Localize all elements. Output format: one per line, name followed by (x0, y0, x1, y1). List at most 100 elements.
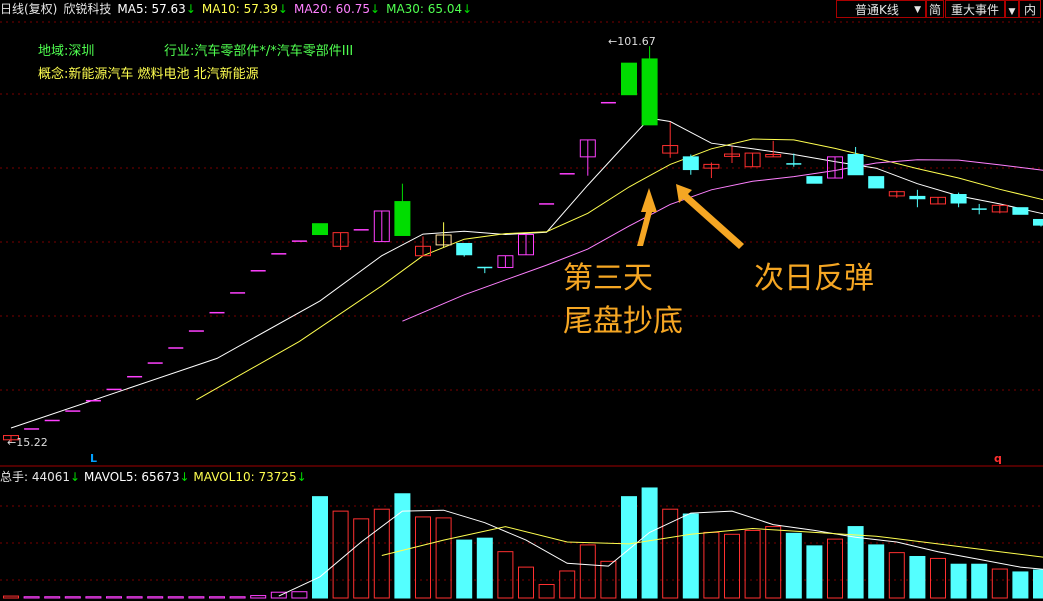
volume-bar (682, 513, 699, 599)
volume-bar (44, 596, 61, 599)
annotation-day3-line1: 第三天 (563, 261, 653, 296)
annotation-arrows (637, 184, 744, 249)
region-info: 地域:深圳 (38, 44, 95, 59)
candle-body (641, 58, 658, 126)
inner-button[interactable]: 内 (1019, 0, 1041, 18)
simple-button[interactable]: 简 (926, 0, 944, 18)
ma5-line (10, 117, 1043, 429)
arrow-up-left-icon (676, 184, 744, 249)
volume-bar (579, 544, 596, 599)
candle-body (456, 242, 473, 256)
candle-body (394, 201, 411, 236)
candle-body (682, 156, 699, 171)
chevron-down-icon: ▼ (1008, 7, 1016, 17)
volume-bar (435, 517, 452, 599)
volume-bar (64, 596, 81, 599)
volume-bar (559, 570, 576, 599)
concept-info: 概念:新能源汽车 燃料电池 北汽新能源 (38, 67, 259, 82)
right-marker: q (994, 452, 1002, 465)
volume-bar (703, 531, 720, 599)
candle-body (806, 176, 823, 184)
volume-bar (147, 596, 164, 599)
volume-bar (765, 526, 782, 599)
volume-bar (971, 563, 988, 599)
volume-bar (167, 596, 184, 599)
volume-bar (415, 516, 431, 599)
kline-type-label: 普通K线 (855, 3, 899, 17)
ma20-value: MA20: 60.75↓ (293, 2, 381, 16)
volume-bar (497, 551, 514, 599)
volume-ma-lines (278, 509, 1043, 597)
candlestick-series (3, 46, 1043, 443)
volume-bar (126, 596, 143, 599)
ma10-value: MA10: 57.39↓ (201, 2, 288, 16)
volume-bar (394, 493, 411, 599)
volume-bar (744, 529, 761, 599)
inner-label: 内 (1023, 3, 1036, 17)
candle-body (312, 223, 328, 236)
volume-bar (888, 552, 905, 599)
industry-info: 行业:汽车零部件*/*汽车零部件III (164, 44, 354, 59)
candle-body (909, 195, 926, 200)
chart-grid (0, 21, 1043, 581)
volume-bar (1033, 569, 1043, 599)
left-marker: L (90, 452, 98, 465)
events-dropdown-button[interactable]: ▼ (1005, 0, 1019, 18)
kline-chart[interactable] (0, 0, 1043, 601)
chevron-down-icon: ▼ (914, 5, 921, 15)
ma20-line (402, 159, 1043, 322)
volume-bar (229, 596, 246, 599)
volume-bar (3, 595, 19, 599)
candle-body (1033, 218, 1043, 226)
volume-bar (85, 596, 102, 599)
major-events-button[interactable]: 重大事件 (945, 0, 1005, 18)
volume-bar (641, 487, 658, 599)
volume-bar (456, 539, 473, 599)
volume-header: 总手: 44061↓ MAVOL5: 65673↓ MAVOL10: 73725… (0, 469, 307, 485)
volume-bar (353, 518, 370, 599)
candle-body (1012, 207, 1029, 215)
annotation-rebound: 次日反弹 (754, 261, 874, 296)
arrow-up-icon (637, 188, 657, 246)
volume-bar (950, 563, 967, 599)
volume-bar (991, 568, 1008, 599)
volume-bar (1012, 571, 1029, 599)
kline-type-select[interactable]: 普通K线 ▼ (836, 0, 926, 18)
mavol5-value: MAVOL5: 65673↓ (83, 470, 190, 484)
volume-bar (188, 596, 205, 599)
volume-bar (270, 591, 287, 599)
volume-bar (209, 596, 225, 599)
volume-bar (827, 538, 843, 599)
candle-body (847, 153, 864, 176)
volume-bar (930, 557, 946, 599)
low-price-label: ←15.22 (7, 436, 48, 449)
volume-bar (312, 496, 328, 599)
moving-average-lines (10, 117, 1043, 429)
volume-bar (476, 537, 493, 599)
high-price-label: ←101.67 (608, 35, 656, 48)
volume-bar (785, 532, 802, 599)
mavol5-line (278, 509, 1043, 597)
candle-body (950, 194, 967, 204)
volume-value: 总手: 44061↓ (0, 470, 81, 484)
volume-bar (868, 544, 885, 599)
volume-bar (518, 566, 534, 599)
period-label[interactable]: 日线(复权) (0, 2, 57, 16)
volume-bar (250, 595, 267, 599)
volume-bar (106, 596, 122, 599)
volume-bar (23, 596, 40, 599)
candle-body (621, 62, 637, 96)
stock-name: 欣锐科技 (63, 2, 112, 16)
volume-bar (291, 591, 308, 599)
volume-bar (909, 555, 926, 599)
annotation-day3-line2: 尾盘抄底 (563, 304, 683, 339)
volume-bar (724, 533, 740, 599)
volume-bar (621, 496, 637, 599)
mavol10-value: MAVOL10: 73725↓ (193, 470, 307, 484)
ma5-value: MA5: 57.63↓ (117, 2, 196, 16)
volume-bar (806, 545, 823, 599)
volume-bar (538, 583, 555, 599)
ma30-value: MA30: 65.04↓ (386, 2, 473, 16)
simple-label: 简 (928, 3, 941, 17)
major-events-label: 重大事件 (950, 3, 999, 17)
